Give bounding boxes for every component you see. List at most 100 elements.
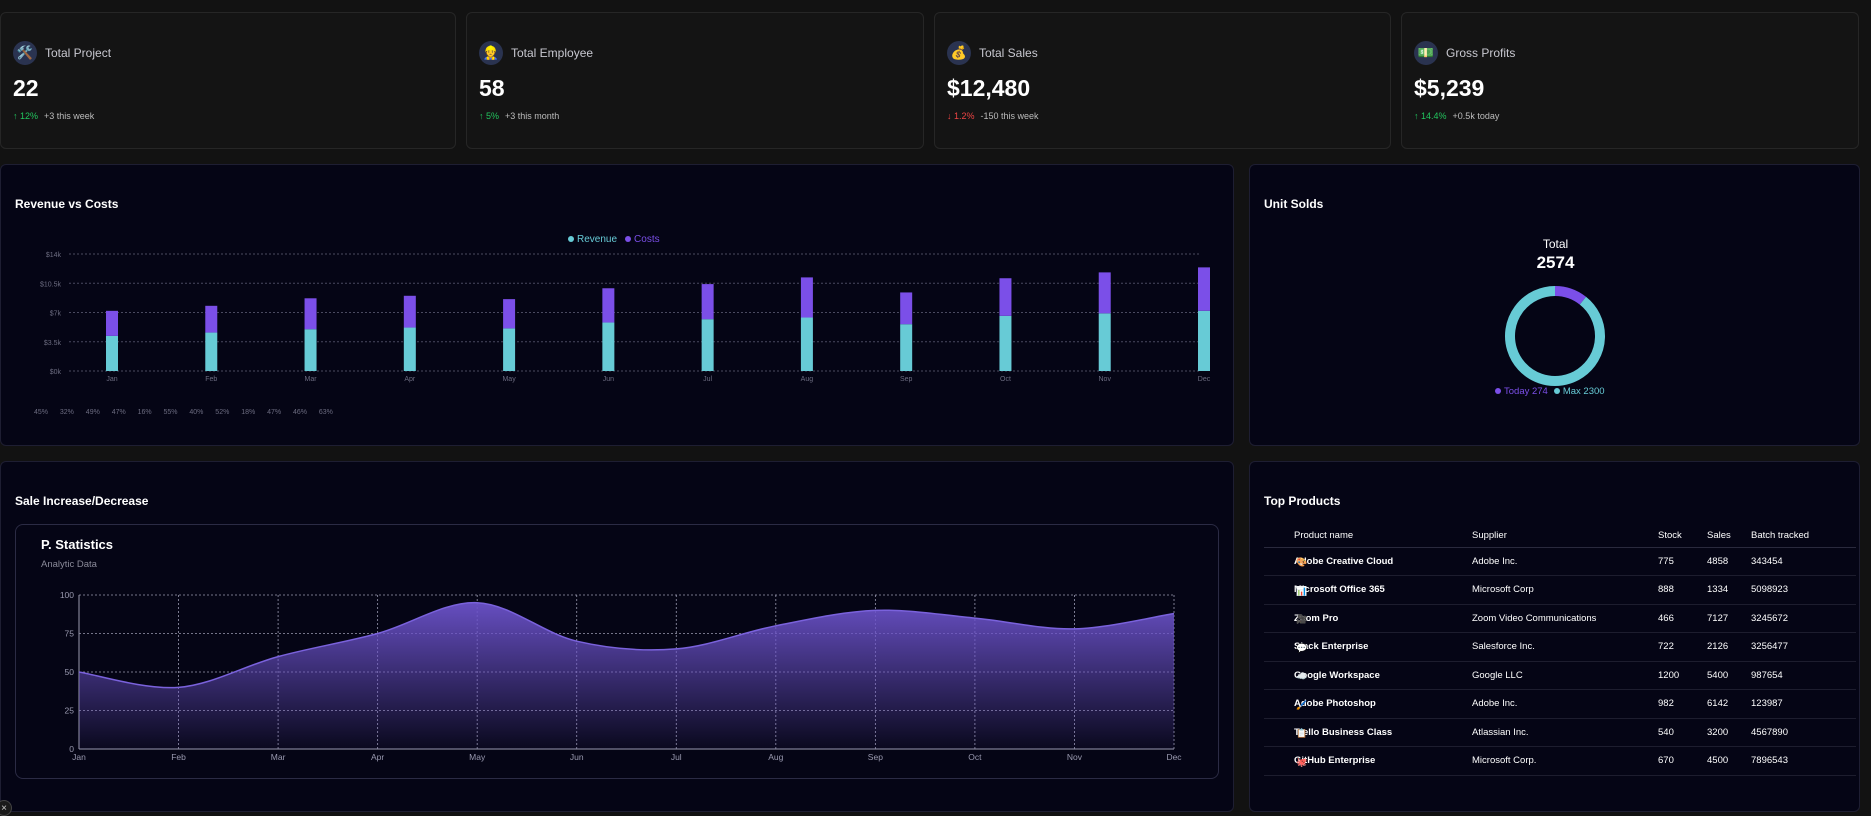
bar-costs[interactable]	[1099, 272, 1111, 313]
x-tick-label: Dec	[1166, 752, 1182, 762]
arrow-up-icon: ↑	[13, 111, 18, 121]
bar-revenue[interactable]	[999, 316, 1011, 371]
stat-change-note: +0.5k today	[1453, 111, 1500, 121]
percent-label: 16%	[138, 409, 152, 416]
bar-costs[interactable]	[404, 296, 416, 328]
header-stock[interactable]: Stock	[1658, 525, 1707, 547]
products-table: Product name Supplier Stock Sales Batch …	[1264, 525, 1856, 776]
stat-value: $5,239	[1414, 75, 1846, 102]
legend-item-max[interactable]: Max 2300	[1554, 386, 1605, 397]
area-fill	[79, 603, 1174, 749]
x-tick-label: May	[469, 752, 486, 762]
person-icon: 👷	[479, 41, 503, 65]
arrow-up-icon: ↑	[479, 111, 484, 121]
percent-label: 46%	[293, 409, 307, 416]
header-batch[interactable]: Batch tracked	[1751, 525, 1856, 547]
bar-revenue[interactable]	[900, 324, 912, 371]
header-icon-spacer	[1264, 525, 1294, 547]
bar-revenue[interactable]	[305, 329, 317, 371]
row-icon-cell: 📊	[1264, 576, 1294, 605]
bar-revenue[interactable]	[205, 333, 217, 371]
bar-costs[interactable]	[1198, 267, 1210, 310]
percent-label: 18%	[241, 409, 255, 416]
bar-costs[interactable]	[999, 278, 1011, 316]
bar-revenue[interactable]	[602, 323, 614, 371]
table-row[interactable]: ☁️Google WorkspaceGoogle LLC120054009876…	[1264, 661, 1856, 690]
y-tick-label: 75	[65, 629, 75, 639]
bar-revenue[interactable]	[503, 328, 515, 371]
stat-value: $12,480	[947, 75, 1378, 102]
y-tick-label: $0k	[50, 369, 62, 376]
revenue-costs-chart: $0k$3.5k$7k$10.5k$14kJanFebMarAprMayJunJ…	[1, 165, 1235, 447]
sales-cell: 4858	[1707, 547, 1751, 576]
stat-change: ↓ 1.2% -150 this week	[947, 111, 1378, 121]
bar-revenue[interactable]	[1099, 313, 1111, 371]
bar-revenue[interactable]	[801, 318, 813, 371]
supplier-cell: Adobe Inc.	[1472, 690, 1658, 719]
header-supplier[interactable]: Supplier	[1472, 525, 1658, 547]
stock-cell: 982	[1658, 690, 1707, 719]
y-tick-label: 100	[60, 590, 74, 600]
stat-change: ↑ 12% +3 this week	[13, 111, 443, 121]
table-row[interactable]: 📊Microsoft Office 365Microsoft Corp88813…	[1264, 576, 1856, 605]
sales-cell: 2126	[1707, 633, 1751, 662]
bar-revenue[interactable]	[404, 328, 416, 371]
x-tick-label: Aug	[801, 376, 814, 383]
header-product-name[interactable]: Product name	[1294, 525, 1472, 547]
sales-cell: 7127	[1707, 604, 1751, 633]
legend-item-today[interactable]: Today 274	[1495, 386, 1548, 397]
batch-cell: 123987	[1751, 690, 1856, 719]
stat-title: Total Employee	[511, 46, 593, 60]
bar-revenue[interactable]	[106, 336, 118, 371]
table-row[interactable]: 🖌️Adobe PhotoshopAdobe Inc.9826142123987	[1264, 690, 1856, 719]
x-tick-label: Jun	[570, 752, 584, 762]
batch-cell: 4567890	[1751, 718, 1856, 747]
donut-slice-max[interactable]	[1510, 291, 1600, 381]
header-sales[interactable]: Sales	[1707, 525, 1751, 547]
table-row[interactable]: 📋Trello Business ClassAtlassian Inc.5403…	[1264, 718, 1856, 747]
donut-slice-today[interactable]	[1555, 291, 1583, 301]
bar-costs[interactable]	[702, 284, 714, 319]
bar-costs[interactable]	[602, 288, 614, 322]
bar-revenue[interactable]	[702, 319, 714, 371]
video-icon: 🎥	[1296, 614, 1308, 626]
stat-change-pct: 14.4%	[1421, 111, 1447, 121]
table-row[interactable]: 🎥Zoom ProZoom Video Communications466712…	[1264, 604, 1856, 633]
x-tick-label: Aug	[768, 752, 783, 762]
stat-card-total-project: 🛠️ Total Project 22 ↑ 12% +3 this week	[0, 12, 456, 149]
x-tick-label: Jan	[72, 752, 86, 762]
table-row[interactable]: 🎨Adobe Creative CloudAdobe Inc.775485834…	[1264, 547, 1856, 576]
bar-costs[interactable]	[305, 298, 317, 329]
bar-costs[interactable]	[503, 299, 515, 328]
bar-costs[interactable]	[900, 292, 912, 324]
percent-label: 52%	[215, 409, 229, 416]
table-row[interactable]: 💬Slack EnterpriseSalesforce Inc.72221263…	[1264, 633, 1856, 662]
bar-costs[interactable]	[205, 306, 217, 333]
banknote-icon: 💵	[1414, 41, 1438, 65]
x-tick-label: Apr	[371, 752, 384, 762]
stock-cell: 466	[1658, 604, 1707, 633]
sale-area-chart: 0255075100JanFebMarAprMayJunJulAugSepOct…	[16, 525, 1220, 780]
stat-change-note: +3 this month	[505, 111, 559, 121]
bar-costs[interactable]	[801, 277, 813, 317]
stat-change: ↑ 14.4% +0.5k today	[1414, 111, 1846, 121]
octocat-icon: 🐙	[1296, 756, 1308, 768]
bar-revenue[interactable]	[1198, 311, 1210, 371]
percent-label: 40%	[189, 409, 203, 416]
bar-costs[interactable]	[106, 311, 118, 336]
top-products-panel: Top Products Product name Supplier Stock…	[1249, 461, 1860, 812]
x-tick-label: Sep	[900, 376, 913, 383]
percent-label: 45%	[34, 409, 48, 416]
table-row[interactable]: 🐙GitHub EnterpriseMicrosoft Corp.6704500…	[1264, 747, 1856, 776]
y-tick-label: 25	[65, 706, 75, 716]
stock-cell: 888	[1658, 576, 1707, 605]
stock-cell: 775	[1658, 547, 1707, 576]
batch-cell: 343454	[1751, 547, 1856, 576]
sales-cell: 1334	[1707, 576, 1751, 605]
stat-title: Gross Profits	[1446, 46, 1515, 60]
row-icon-cell: 🖌️	[1264, 690, 1294, 719]
money-bag-icon: 💰	[947, 41, 971, 65]
batch-cell: 3256477	[1751, 633, 1856, 662]
product-name: Adobe Creative Cloud	[1294, 556, 1393, 567]
product-name-cell: Zoom Pro	[1294, 604, 1472, 633]
